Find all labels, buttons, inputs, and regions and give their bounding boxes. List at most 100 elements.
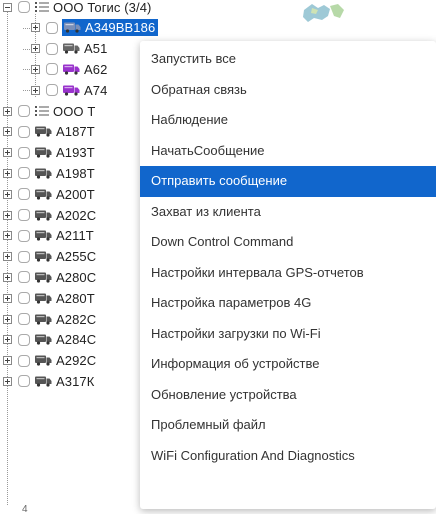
tree-vehicle-row[interactable]: А193Т: [0, 143, 95, 163]
row-checkbox[interactable]: [18, 333, 30, 346]
tree-vehicle-row[interactable]: А74: [0, 80, 107, 100]
expand-icon[interactable]: [3, 127, 12, 137]
context-menu-item[interactable]: WiFi Configuration And Diagnostics: [140, 441, 436, 472]
context-menu-item[interactable]: Down Control Command: [140, 227, 436, 258]
row-checkbox[interactable]: [18, 292, 30, 305]
tree-vehicle-row[interactable]: А282С: [0, 309, 96, 329]
tree-vehicle-row[interactable]: А202С: [0, 205, 96, 225]
row-checkbox[interactable]: [18, 209, 30, 221]
collapse-icon[interactable]: [3, 2, 12, 12]
truck-icon: [35, 272, 52, 283]
expand-icon[interactable]: [3, 148, 12, 158]
row-checkbox[interactable]: [18, 125, 30, 138]
tree-vehicle-row[interactable]: А51: [0, 39, 107, 59]
tree-vehicle-row[interactable]: А187Т: [0, 122, 95, 142]
truck-icon: [35, 189, 52, 200]
row-checkbox[interactable]: [18, 375, 30, 388]
truck-icon: [63, 64, 80, 75]
tree-vehicle-row[interactable]: А62: [0, 59, 107, 79]
row-checkbox[interactable]: [18, 313, 30, 325]
tree-group-row[interactable]: ООО Т: [0, 101, 95, 121]
tree-group-row[interactable]: ООО Тогис (3/4): [0, 0, 151, 17]
row-checkbox[interactable]: [46, 84, 58, 97]
row-checkbox[interactable]: [18, 167, 30, 180]
tree-vehicle-row[interactable]: А317К: [0, 371, 94, 391]
expand-icon[interactable]: [3, 376, 12, 386]
tree-vehicle-row[interactable]: А198Т: [0, 163, 95, 183]
row-checkbox[interactable]: [18, 271, 30, 284]
truck-icon: [35, 334, 52, 345]
vehicle-label: А211Т: [56, 228, 94, 244]
expand-icon[interactable]: [3, 356, 12, 366]
context-menu-item[interactable]: Настройки интервала GPS-отчетов: [140, 258, 436, 289]
truck-icon: [63, 85, 80, 96]
vehicle-label: А74: [84, 82, 108, 98]
vehicle-label: А349ВВ186: [85, 20, 156, 36]
truck-icon: [35, 355, 52, 366]
truck-icon: [35, 230, 52, 241]
tree-vehicle-row[interactable]: А255С: [0, 247, 96, 267]
list-icon: [35, 106, 49, 116]
vehicle-label: А187Т: [56, 124, 95, 140]
tree-vehicle-row[interactable]: А292С: [0, 351, 96, 371]
row-checkbox[interactable]: [46, 63, 58, 76]
row-checkbox[interactable]: [18, 1, 30, 13]
context-menu-item[interactable]: Обратная связь: [140, 75, 436, 106]
tree-vehicle-row[interactable]: А284С: [0, 330, 96, 350]
map-thumbnail: [300, 0, 346, 30]
expand-icon[interactable]: [3, 189, 12, 199]
row-checkbox[interactable]: [18, 354, 30, 367]
truck-icon: [35, 147, 52, 158]
vehicle-label: А280Т: [56, 290, 95, 306]
context-menu-item[interactable]: Отправить сообщение: [140, 166, 436, 197]
expand-icon[interactable]: [3, 293, 12, 303]
row-checkbox[interactable]: [18, 188, 30, 201]
vehicle-label: А317К: [56, 373, 95, 389]
context-menu-item[interactable]: Захват из клиента: [140, 197, 436, 228]
truck-icon: [64, 22, 81, 33]
row-checkbox[interactable]: [18, 229, 30, 242]
expand-icon[interactable]: [3, 106, 12, 116]
expand-icon[interactable]: [31, 44, 40, 54]
group-label: ООО Т: [53, 103, 96, 119]
expand-icon[interactable]: [3, 314, 12, 324]
context-menu-item[interactable]: Информация об устройстве: [140, 349, 436, 380]
expand-icon[interactable]: [31, 85, 40, 95]
truck-icon: [35, 293, 52, 304]
context-menu-item[interactable]: Настройка параметров 4G: [140, 288, 436, 319]
tree-vehicle-row[interactable]: А280Т: [0, 288, 95, 308]
selected-node-highlight[interactable]: А349ВВ186: [62, 19, 159, 37]
context-menu-item[interactable]: Наблюдение: [140, 105, 436, 136]
row-checkbox[interactable]: [18, 146, 30, 159]
expand-icon[interactable]: [3, 231, 12, 241]
expand-icon[interactable]: [3, 168, 12, 178]
truck-icon: [35, 126, 52, 137]
row-checkbox[interactable]: [46, 42, 58, 55]
tree-vehicle-row[interactable]: А280С: [0, 267, 96, 287]
truck-icon: [63, 43, 80, 54]
vehicle-label: А62: [84, 61, 108, 77]
context-menu-item[interactable]: НачатьСообщение: [140, 136, 436, 167]
context-menu-item[interactable]: Проблемный файл: [140, 410, 436, 441]
expand-icon[interactable]: [31, 64, 40, 74]
row-checkbox[interactable]: [18, 250, 30, 263]
expand-icon[interactable]: [3, 252, 12, 262]
vehicle-label: А200Т: [56, 186, 95, 202]
row-checkbox[interactable]: [46, 21, 58, 34]
expand-icon[interactable]: [3, 210, 12, 220]
expand-icon[interactable]: [31, 23, 40, 33]
row-checkbox[interactable]: [18, 105, 30, 117]
context-menu-item[interactable]: Обновление устройства: [140, 380, 436, 411]
scroll-indicator-number: 4: [22, 504, 28, 514]
tree-vehicle-row[interactable]: А211Т: [0, 226, 94, 246]
truck-icon: [35, 168, 52, 179]
context-menu-item[interactable]: Запустить все: [140, 44, 436, 75]
expand-icon[interactable]: [3, 272, 12, 282]
tree-vehicle-row[interactable]: А349ВВ186: [0, 18, 159, 38]
expand-icon[interactable]: [3, 335, 12, 345]
vehicle-label: А193Т: [56, 145, 95, 161]
context-menu-item[interactable]: Настройки загрузки по Wi-Fi: [140, 319, 436, 350]
tree-vehicle-row[interactable]: А200Т: [0, 184, 95, 204]
group-label: ООО Тогис (3/4): [53, 0, 152, 15]
vehicle-label: А198Т: [56, 165, 95, 181]
